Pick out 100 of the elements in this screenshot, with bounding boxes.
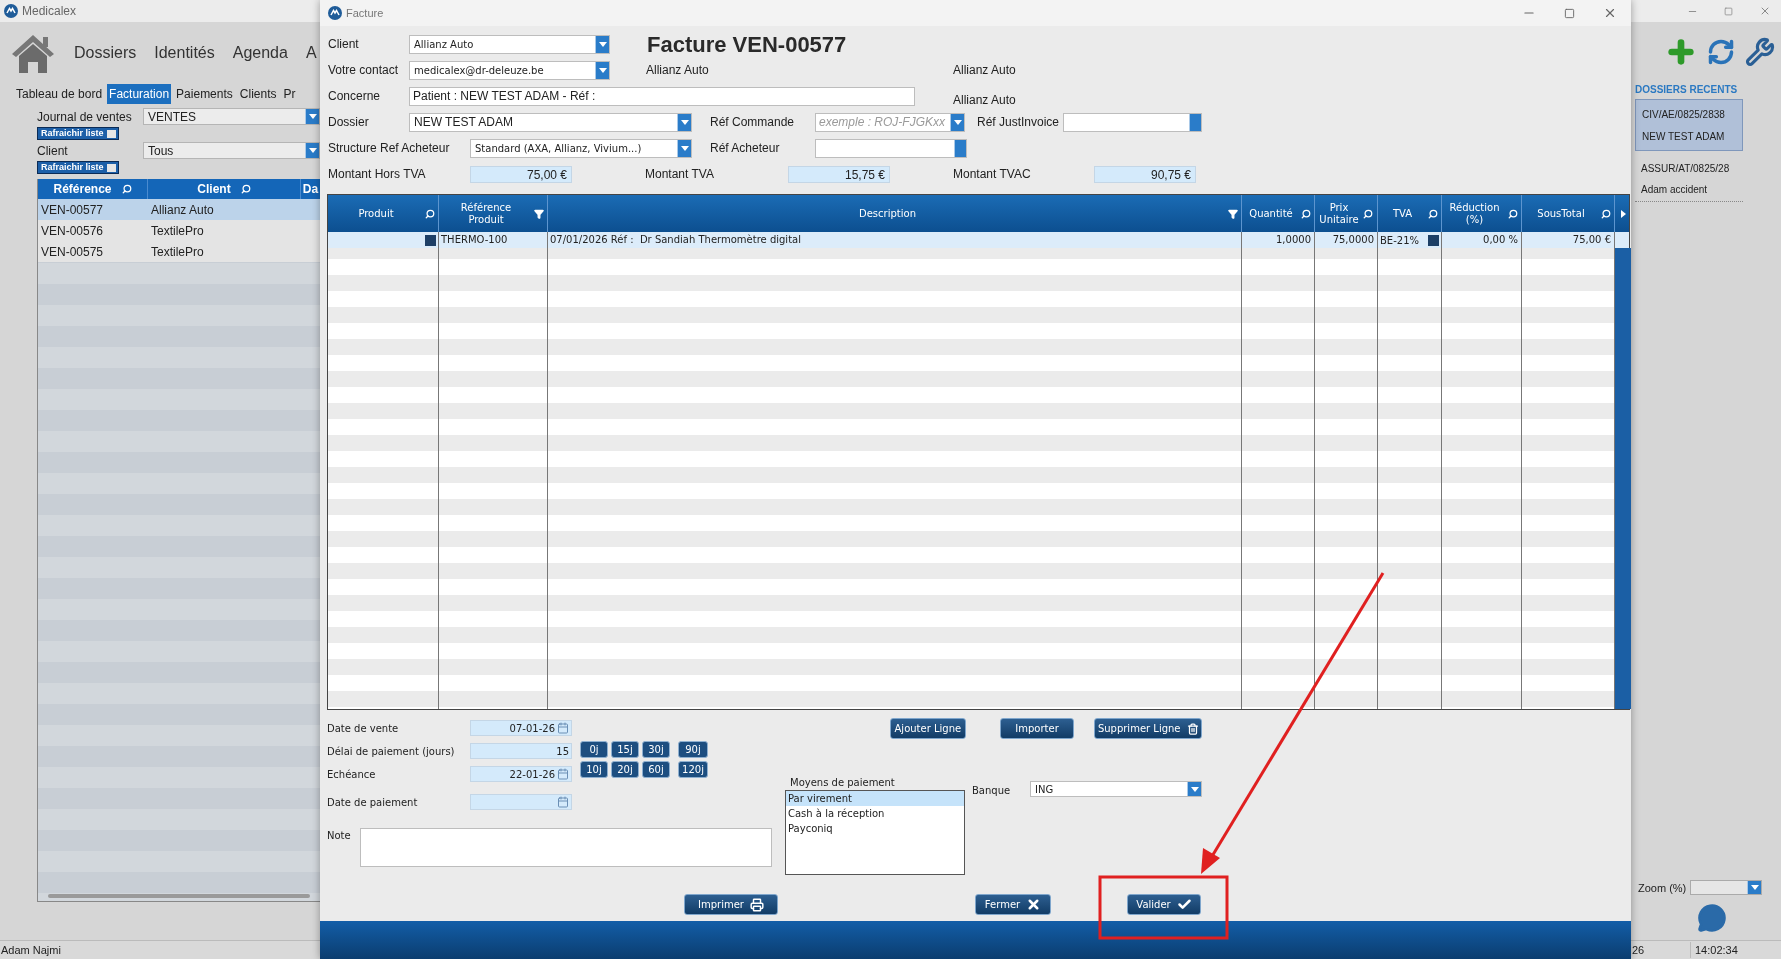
ref-acheteur-field[interactable] [815,138,967,158]
lookup-button[interactable] [954,139,966,157]
tab[interactable]: Pr [281,84,298,104]
concerne-field[interactable]: Patient : NEW TEST ADAM - Réf : [409,86,915,106]
list-option[interactable]: Par virement [786,791,964,806]
line-button[interactable]: Supprimer Ligne [1094,718,1202,739]
search-icon[interactable] [240,184,251,194]
date-field[interactable]: 22-01-26 [470,766,572,782]
field-label: Montant Hors TVA [328,166,427,183]
invoice-row[interactable]: VEN-00575 TextilePro [38,241,320,262]
filter-select[interactable]: Tous [143,142,320,159]
zoom-select[interactable] [1690,880,1763,896]
filter-select[interactable]: VENTES [143,108,320,125]
dropdown-button[interactable] [595,35,609,53]
field-label: Client [328,36,360,53]
dropdown-button[interactable] [677,139,691,157]
field-label: Echéance [327,767,377,782]
dossier-select[interactable]: NEW TEST ADAM [409,112,692,132]
search-icon[interactable] [1428,208,1438,219]
structure-select[interactable]: Standard (AXA, Allianz, Vivium...) [470,138,692,158]
dropdown-button[interactable] [595,61,609,79]
dropdown-button[interactable] [950,113,964,131]
tab[interactable]: Paiements [174,84,235,104]
dropdown-button[interactable] [425,234,436,246]
number-field[interactable]: 15 [470,743,572,759]
dropdown-button[interactable] [305,143,319,158]
term-button[interactable]: 30j [642,741,670,758]
caret-icon [308,148,317,153]
invoice-row[interactable]: VEN-00576 TextilePro [38,220,320,241]
search-icon[interactable] [1601,208,1611,219]
filter-icon[interactable] [1228,208,1238,219]
invoice-row[interactable]: VEN-00577 Allianz Auto [38,199,320,220]
user-name: Adam Najmi [1,942,61,958]
calendar-icon[interactable] [557,768,569,780]
line-button[interactable]: Ajouter Ligne [890,718,966,739]
refresh-toggle[interactable]: Rafraichir liste [37,161,119,174]
calendar-icon[interactable] [557,796,569,808]
date-field[interactable] [470,794,572,810]
list-option[interactable]: Cash à la réception [786,806,964,821]
bank-select[interactable]: ING [1030,781,1202,797]
scrollbar-track[interactable] [1615,248,1631,709]
search-icon[interactable] [1363,208,1373,219]
table-cell: 07/01/2026 Réf : Dr Sandiah Thermomètre digital [548,232,1242,248]
refresh-icon[interactable] [1707,38,1735,66]
contact-select[interactable]: medicalex@dr-deleuze.be [409,60,610,80]
action-button[interactable]: Fermer [975,894,1051,915]
dropdown-button[interactable] [1747,881,1762,895]
amount-field: 75,00 € [470,165,572,183]
dropdown-button[interactable] [1187,782,1201,796]
search-icon[interactable] [1508,208,1518,219]
tab[interactable]: Facturation [107,84,172,104]
caret-icon [680,119,689,125]
search-icon[interactable] [1301,208,1311,219]
recent-file[interactable]: ASSUR/AT/0825/28 Adam accident [1635,161,1743,202]
home-icon[interactable] [10,33,56,73]
term-button[interactable]: 120j [678,761,708,778]
action-button[interactable]: Valider [1127,894,1201,915]
scroll-right-icon[interactable] [1620,209,1626,218]
lookup-button[interactable] [1189,113,1201,131]
tab[interactable]: Tableau de bord [14,84,105,104]
field-label: Note [327,829,352,843]
client-select[interactable]: Allianz Auto [409,34,610,54]
table-cell: 1,0000 [1242,232,1315,248]
search-icon[interactable] [425,208,435,219]
calendar-icon[interactable] [557,722,569,734]
add-icon[interactable] [1665,36,1697,68]
date-field[interactable]: 07-01-26 [470,720,572,736]
tools-icon[interactable] [1745,37,1775,67]
field-label: Date de paiement [327,795,419,810]
term-button[interactable]: 0j [580,741,608,758]
ref-justinvoice-field[interactable] [1063,112,1202,132]
close-icon[interactable] [1603,6,1617,20]
chat-icon[interactable] [1697,903,1727,933]
nav-link[interactable]: Identités [154,41,215,65]
close-icon[interactable] [1759,5,1771,17]
note-field[interactable] [360,828,772,867]
dropdown-button[interactable] [305,109,319,124]
caret-icon [308,114,317,119]
nav-link[interactable]: Agenda [232,41,288,65]
list-option[interactable]: Payconiq [786,821,964,836]
term-button[interactable]: 60j [642,761,670,778]
dropdown-button[interactable] [1428,234,1439,246]
term-button[interactable]: 20j [611,761,639,778]
nav-link[interactable]: Dossiers [74,41,137,65]
recent-file[interactable]: CIV/AE/0825/2838 NEW TEST ADAM [1635,99,1743,151]
search-icon[interactable] [121,184,132,194]
payment-method-list[interactable]: Par virement Cash à la réception Payconiq [785,790,965,875]
file-code: CIV/AE/0825/2838 [1642,107,1726,122]
term-button[interactable]: 10j [580,761,608,778]
toggle-knob [107,163,116,172]
nav-link[interactable]: A [305,41,317,65]
dropdown-button[interactable] [677,113,691,131]
action-button[interactable]: Imprimer [684,894,778,915]
refresh-toggle[interactable]: Rafraichir liste [37,127,119,140]
term-button[interactable]: 15j [611,741,639,758]
maximize-icon[interactable] [1564,7,1575,19]
filter-icon[interactable] [534,208,544,219]
term-button[interactable]: 90j [678,741,708,758]
line-button[interactable]: Importer [999,718,1075,739]
tab[interactable]: Clients [237,84,279,104]
